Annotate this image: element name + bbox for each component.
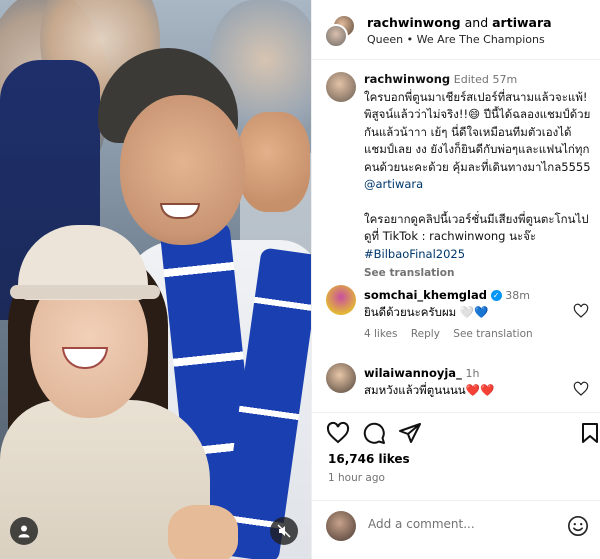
user-tag-icon xyxy=(18,525,30,538)
action-bar xyxy=(312,412,600,452)
save-icon[interactable] xyxy=(578,421,600,445)
mute-button[interactable] xyxy=(270,517,298,545)
post-authors: rachwinwong and artiwara xyxy=(367,15,552,30)
heart-icon[interactable] xyxy=(573,303,589,319)
coauthor-link[interactable]: artiwara xyxy=(492,15,551,30)
avatar xyxy=(326,511,356,541)
comment-body: somchai_khemglad ✓ 38m ยินดีด้วยนะครับผม… xyxy=(364,287,564,320)
add-comment-bar xyxy=(312,500,600,559)
verified-badge-icon: ✓ xyxy=(490,290,502,301)
mute-icon xyxy=(277,524,291,538)
comment-actions: 4 likes Reply See translation xyxy=(364,328,543,340)
see-translation-link[interactable]: See translation xyxy=(453,328,532,340)
comment-age[interactable]: 1h xyxy=(465,367,479,380)
comment-username[interactable]: wilaiwannoyja_ xyxy=(364,366,462,380)
reply-button[interactable]: Reply xyxy=(411,328,440,340)
hand xyxy=(168,505,238,559)
like-icon[interactable] xyxy=(326,421,350,445)
caption-mention[interactable]: @artiwara xyxy=(364,177,423,191)
author-link[interactable]: rachwinwong xyxy=(367,15,461,30)
comment-username[interactable]: somchai_khemglad xyxy=(364,288,487,302)
post-media[interactable] xyxy=(0,0,311,559)
caption-username[interactable]: rachwinwong xyxy=(364,72,450,86)
share-icon[interactable] xyxy=(398,421,422,445)
comment-icon[interactable] xyxy=(362,421,386,445)
and-text: and xyxy=(464,15,489,30)
emoji-icon[interactable] xyxy=(567,515,589,537)
raised-fist xyxy=(238,112,310,212)
comment-age[interactable]: 38m xyxy=(505,289,530,302)
caption-age[interactable]: 57m xyxy=(493,73,518,86)
comment-body: wilaiwannoyja_ 1h สมหวังแล้วพี่ตูนนนน❤️❤… xyxy=(364,365,564,398)
avatar[interactable] xyxy=(326,72,356,102)
heart-icon[interactable] xyxy=(573,381,589,397)
comment-text: ยินดีด้วยนะครับผม 🤍💙 xyxy=(364,305,489,319)
caption-text: ใครบอกพี่ตูนมาเชียร์สเปอร์ที่สนามแล้วจะแ… xyxy=(364,89,591,174)
edited-label: Edited xyxy=(453,73,489,86)
comments-section[interactable]: rachwinwong Edited 57m ใครบอกพี่ตูนมาเชี… xyxy=(312,61,600,411)
comment-text: สมหวังแล้วพี่ตูนนนน❤️❤️ xyxy=(364,383,495,397)
cap-brim xyxy=(10,285,160,299)
post-time[interactable]: 1 hour ago xyxy=(328,472,385,484)
comment-likes[interactable]: 4 likes xyxy=(364,328,398,340)
music-link[interactable]: Queen • We Are The Champions xyxy=(367,33,545,46)
post-caption: rachwinwong Edited 57m ใครบอกพี่ตูนมาเชี… xyxy=(364,71,592,283)
man-face xyxy=(120,95,245,245)
comment-input[interactable] xyxy=(368,517,558,531)
avatar[interactable] xyxy=(326,285,356,315)
post-header: rachwinwong and artiwara Queen • We Are … xyxy=(312,0,600,60)
collab-avatars[interactable] xyxy=(324,14,358,48)
avatar[interactable] xyxy=(326,363,356,393)
caption-hashtag[interactable]: #BilbaoFinal2025 xyxy=(364,247,465,261)
caption-text: ใครอยากดูคลิปนี้เวอร์ชั่นมีเสียงพี่ตูนตะ… xyxy=(364,211,589,244)
user-tag-button[interactable] xyxy=(10,517,38,545)
avatar xyxy=(324,24,348,48)
see-translation-link[interactable]: See translation xyxy=(364,265,592,283)
likes-count[interactable]: 16,746 likes xyxy=(328,452,410,466)
post-info-panel: rachwinwong and artiwara Queen • We Are … xyxy=(311,0,600,559)
